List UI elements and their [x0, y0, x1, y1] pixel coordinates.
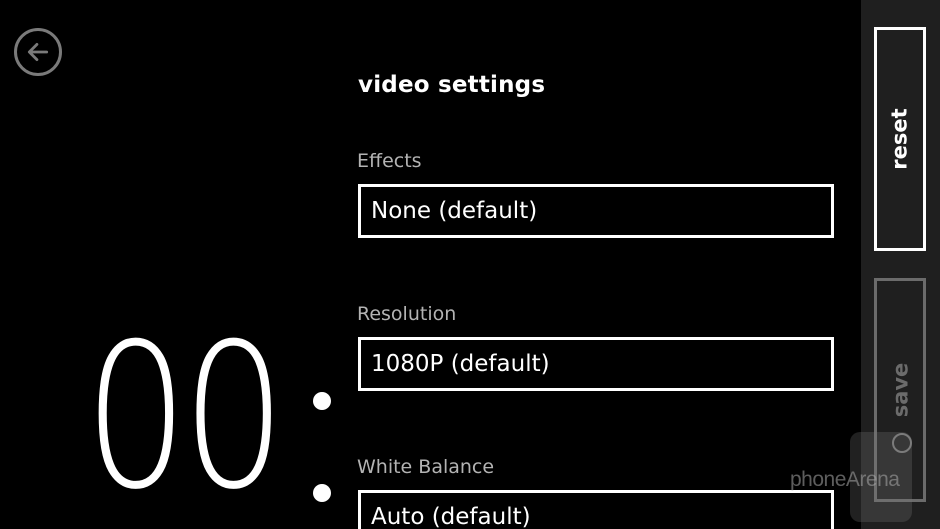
timer-colon-dot-top	[313, 392, 331, 410]
resolution-value: 1080P (default)	[371, 351, 550, 377]
white-balance-picker[interactable]: Auto (default)	[358, 490, 834, 529]
timer-colon	[313, 392, 333, 512]
watermark-text: phoneArena	[790, 468, 900, 491]
back-arrow-icon	[27, 43, 49, 61]
timer-colon-dot-bottom	[313, 484, 331, 502]
effects-value: None (default)	[371, 198, 538, 224]
camera-settings-screen: 00 video settings Effects None (default)…	[0, 0, 940, 529]
reset-label: reset	[888, 108, 913, 170]
save-label: save	[888, 362, 913, 418]
white-balance-value: Auto (default)	[371, 504, 531, 529]
effects-picker[interactable]: None (default)	[358, 184, 834, 238]
page-title: video settings	[358, 72, 546, 98]
resolution-label: Resolution	[357, 303, 457, 325]
recording-timer: 00	[84, 301, 286, 529]
back-button[interactable]	[14, 28, 62, 76]
resolution-picker[interactable]: 1080P (default)	[358, 337, 834, 391]
effects-label: Effects	[357, 150, 422, 172]
white-balance-label: White Balance	[357, 456, 495, 478]
reset-button[interactable]: reset	[874, 27, 926, 251]
watermark-circle-icon	[892, 433, 912, 453]
